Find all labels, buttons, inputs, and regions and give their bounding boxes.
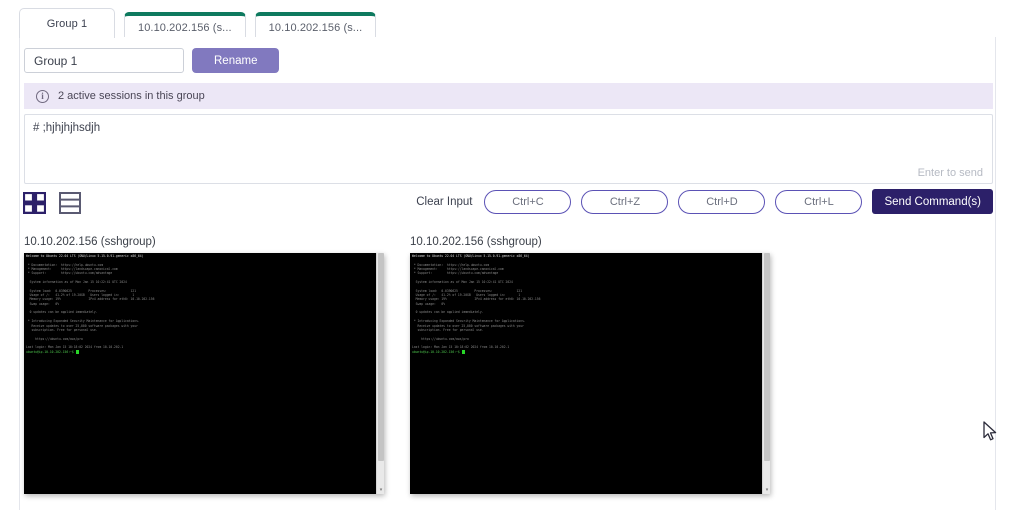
- command-toolbar: Clear Input Ctrl+C Ctrl+Z Ctrl+D Ctrl+L …: [20, 189, 993, 221]
- ctrl-l-button[interactable]: Ctrl+L: [775, 189, 863, 214]
- tab-session-1[interactable]: 10.10.202.156 (s...: [124, 12, 246, 38]
- tab-label: Group 1: [46, 17, 88, 30]
- terminal-screen-1[interactable]: Welcome to Ubuntu 22.04 LTS (GNU/Linux 5…: [24, 253, 384, 494]
- terminal-scrollbar-2[interactable]: ▾: [762, 253, 770, 494]
- grid-view-icon[interactable]: [23, 192, 46, 214]
- tab-strip: Group 1 10.10.202.156 (s... 10.10.202.15…: [0, 0, 1015, 38]
- group-name-input[interactable]: [24, 48, 184, 73]
- terminal-cell-1: 10.10.202.156 (sshgroup) Welcome to Ubun…: [24, 236, 384, 494]
- send-commands-button[interactable]: Send Command(s): [872, 189, 993, 214]
- active-sessions-banner: i 2 active sessions in this group: [24, 83, 993, 109]
- tab-label: 10.10.202.156 (s...: [138, 21, 232, 34]
- view-toggle-group: [23, 192, 81, 214]
- list-view-icon[interactable]: [59, 192, 81, 214]
- ctrl-z-button[interactable]: Ctrl+Z: [581, 189, 669, 214]
- group-panel: Rename i 2 active sessions in this group…: [19, 37, 996, 510]
- ctrl-d-button[interactable]: Ctrl+D: [678, 189, 766, 214]
- rename-button[interactable]: Rename: [192, 48, 280, 73]
- banner-text: 2 active sessions in this group: [58, 90, 205, 102]
- terminal-title: 10.10.202.156 (sshgroup): [24, 236, 156, 248]
- ctrl-c-button[interactable]: Ctrl+C: [484, 189, 572, 214]
- tab-group-1[interactable]: Group 1: [19, 8, 115, 38]
- rename-row: Rename: [24, 48, 280, 73]
- command-input-text[interactable]: # ;hjhjhjhsdjh: [33, 122, 100, 134]
- scroll-down-arrow[interactable]: ▾: [764, 487, 770, 493]
- terminal-scrollbar-1[interactable]: ▾: [376, 253, 384, 494]
- terminal-title: 10.10.202.156 (sshgroup): [410, 236, 542, 248]
- info-circle-icon: i: [36, 89, 49, 103]
- tab-session-2[interactable]: 10.10.202.156 (s...: [254, 12, 377, 38]
- scrollbar-thumb[interactable]: [764, 253, 770, 461]
- terminal-output-2: Welcome to Ubuntu 22.04 LTS (GNU/Linux 5…: [412, 254, 541, 354]
- scrollbar-thumb[interactable]: [378, 253, 384, 461]
- terminal-cell-2: 10.10.202.156 (sshgroup) Welcome to Ubun…: [410, 236, 770, 494]
- terminal-grid: 10.10.202.156 (sshgroup) Welcome to Ubun…: [24, 236, 993, 494]
- command-input-box[interactable]: # ;hjhjhjhsdjh Enter to send: [24, 114, 993, 184]
- app-root: Group 1 10.10.202.156 (s... 10.10.202.15…: [0, 0, 1015, 520]
- terminal-output-1: Welcome to Ubuntu 22.04 LTS (GNU/Linux 5…: [26, 254, 155, 354]
- mouse-cursor: [983, 421, 997, 441]
- clear-input-button[interactable]: Clear Input: [416, 196, 472, 208]
- enter-to-send-hint: Enter to send: [917, 167, 983, 179]
- terminal-screen-2[interactable]: Welcome to Ubuntu 22.04 LTS (GNU/Linux 5…: [410, 253, 770, 494]
- command-actions: Clear Input Ctrl+C Ctrl+Z Ctrl+D Ctrl+L …: [416, 189, 993, 214]
- scroll-down-arrow[interactable]: ▾: [378, 487, 384, 493]
- tab-label: 10.10.202.156 (s...: [268, 21, 363, 34]
